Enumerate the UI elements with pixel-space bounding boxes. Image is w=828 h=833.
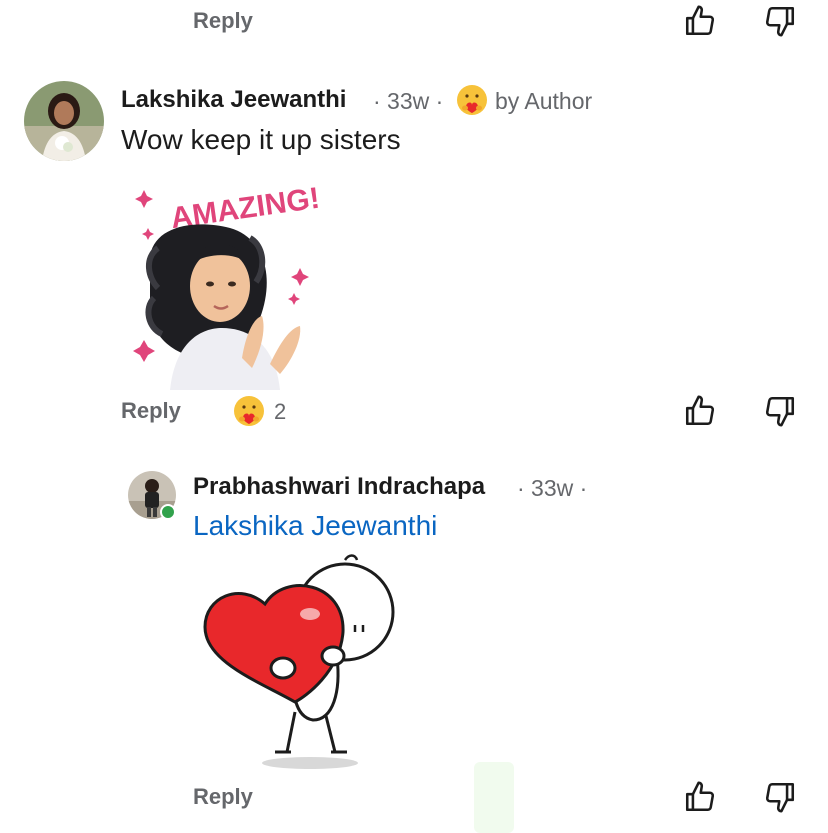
heart-hug-emoji-icon[interactable] [232,394,266,428]
comment-author[interactable]: Prabhashwari Indrachapa [193,473,485,501]
thumbs-down-icon [765,6,795,37]
comment-time: · 33w · [373,88,444,114]
comment-text: Wow keep it up sisters [121,124,401,155]
thumbs-down-icon [765,396,795,427]
reply-button[interactable]: Reply [193,784,253,810]
avatar[interactable] [24,81,104,161]
comment-time: · 33w · [517,475,588,501]
like-button[interactable] [682,393,718,429]
thumbs-up-icon [685,781,715,812]
thumbs-down-icon [765,782,795,813]
dislike-button[interactable] [762,393,798,429]
user-photo-icon [24,81,104,161]
thumbs-up-icon [685,5,715,36]
reply-button[interactable]: Reply [121,398,181,424]
reaction-count[interactable]: 2 [274,399,286,425]
amazing-sticker: AMAZING! [130,168,322,390]
thumbs-up-icon [685,395,715,426]
green-overlay-bar [474,762,514,833]
online-status-icon [160,504,176,520]
heart-hug-emoji-icon [455,83,489,117]
reply-button[interactable]: Reply [193,8,253,34]
heart-hug-sticker [195,552,405,772]
like-button[interactable] [682,3,718,39]
author-badge: by Author [495,88,593,114]
comment-author[interactable]: Lakshika Jeewanthi [121,86,346,114]
dislike-button[interactable] [762,779,798,815]
like-button[interactable] [682,779,718,815]
mention-link[interactable]: Lakshika Jeewanthi [193,510,437,542]
dislike-button[interactable] [762,3,798,39]
